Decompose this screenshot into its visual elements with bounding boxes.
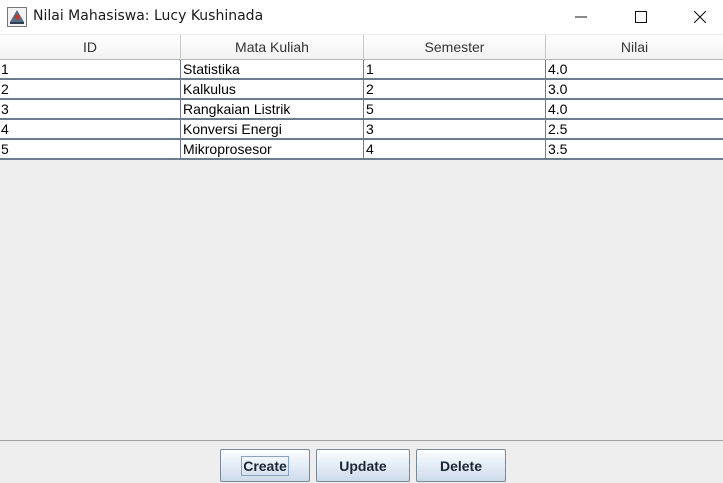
table-header: ID Mata Kuliah Semester Nilai bbox=[0, 35, 723, 60]
delete-button[interactable]: Delete bbox=[416, 449, 506, 482]
maximize-icon bbox=[635, 8, 647, 27]
table-row[interactable]: 1 Statistika 1 4.0 bbox=[0, 60, 723, 80]
cell-mata-kuliah[interactable]: Rangkaian Listrik bbox=[181, 100, 364, 118]
cell-semester[interactable]: 1 bbox=[364, 60, 546, 78]
table-row[interactable]: 4 Konversi Energi 3 2.5 bbox=[0, 120, 723, 140]
close-icon bbox=[693, 8, 707, 27]
cell-id[interactable]: 2 bbox=[0, 80, 181, 98]
table-row[interactable]: 3 Rangkaian Listrik 5 4.0 bbox=[0, 100, 723, 120]
cell-mata-kuliah[interactable]: Kalkulus bbox=[181, 80, 364, 98]
column-header-mata-kuliah[interactable]: Mata Kuliah bbox=[181, 35, 364, 60]
divider bbox=[0, 440, 723, 441]
app-window: Nilai Mahasiswa: Lucy Kushinada ID Mata … bbox=[0, 0, 723, 483]
column-header-id[interactable]: ID bbox=[0, 35, 181, 60]
cell-nilai[interactable]: 4.0 bbox=[546, 60, 723, 78]
cell-id[interactable]: 1 bbox=[0, 60, 181, 78]
table-row[interactable]: 5 Mikroprosesor 4 3.5 bbox=[0, 140, 723, 160]
create-button[interactable]: Create bbox=[220, 449, 310, 482]
column-header-semester[interactable]: Semester bbox=[364, 35, 546, 60]
cell-semester[interactable]: 3 bbox=[364, 120, 546, 138]
close-button[interactable] bbox=[677, 0, 723, 34]
cell-id[interactable]: 3 bbox=[0, 100, 181, 118]
cell-mata-kuliah[interactable]: Statistika bbox=[181, 60, 364, 78]
cell-semester[interactable]: 2 bbox=[364, 80, 546, 98]
maximize-button[interactable] bbox=[618, 0, 664, 34]
minimize-icon bbox=[575, 8, 587, 27]
update-button-label: Update bbox=[339, 457, 387, 474]
cell-nilai[interactable]: 3.0 bbox=[546, 80, 723, 98]
table-row[interactable]: 2 Kalkulus 2 3.0 bbox=[0, 80, 723, 100]
window-title: Nilai Mahasiswa: Lucy Kushinada bbox=[33, 8, 264, 24]
cell-mata-kuliah[interactable]: Mikroprosesor bbox=[181, 140, 364, 158]
create-button-label: Create bbox=[241, 455, 289, 476]
column-header-nilai[interactable]: Nilai bbox=[546, 35, 723, 60]
cell-nilai[interactable]: 3.5 bbox=[546, 140, 723, 158]
update-button[interactable]: Update bbox=[316, 449, 410, 482]
cell-nilai[interactable]: 2.5 bbox=[546, 120, 723, 138]
cell-id[interactable]: 4 bbox=[0, 120, 181, 138]
grades-table[interactable]: ID Mata Kuliah Semester Nilai 1 Statisti… bbox=[0, 35, 723, 160]
cell-id[interactable]: 5 bbox=[0, 140, 181, 158]
title-bar[interactable]: Nilai Mahasiswa: Lucy Kushinada bbox=[0, 0, 723, 34]
cell-semester[interactable]: 4 bbox=[364, 140, 546, 158]
cell-semester[interactable]: 5 bbox=[364, 100, 546, 118]
minimize-button[interactable] bbox=[558, 0, 604, 34]
cell-mata-kuliah[interactable]: Konversi Energi bbox=[181, 120, 364, 138]
delete-button-label: Delete bbox=[439, 457, 483, 474]
java-app-icon bbox=[7, 7, 27, 27]
cell-nilai[interactable]: 4.0 bbox=[546, 100, 723, 118]
